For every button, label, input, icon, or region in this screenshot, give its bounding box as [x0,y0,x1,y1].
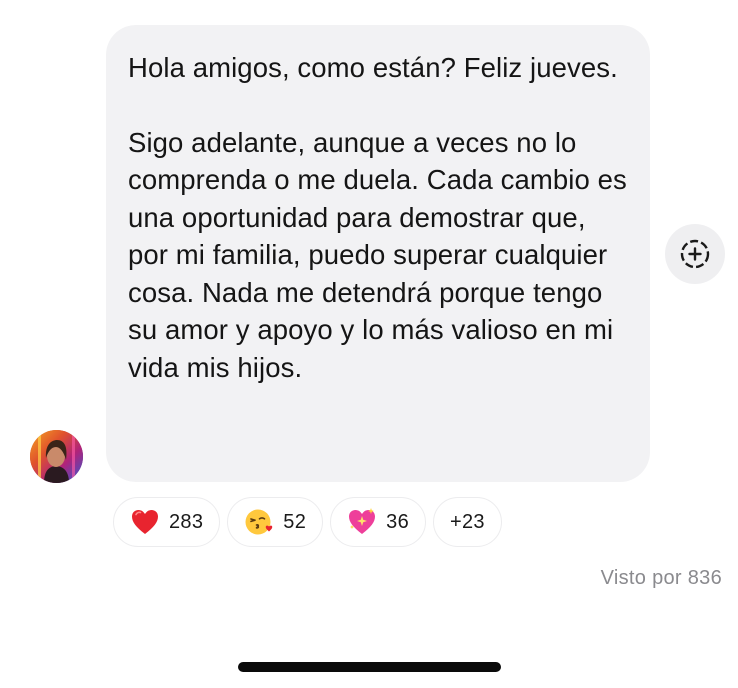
reaction-heart-pill[interactable]: 283 [113,497,221,547]
reaction-heart-count: 283 [169,510,204,533]
reaction-sparkling-heart-pill[interactable]: 36 [330,497,426,547]
message-paragraph-1: Hola amigos, como están? Feliz jueves. [128,52,618,83]
message-bubble[interactable]: Hola amigos, como están? Feliz jueves. S… [106,25,650,482]
reaction-kiss-count: 52 [283,510,307,533]
message-paragraph-2: Sigo adelante, aunque a veces no lo comp… [128,126,627,383]
add-reaction-icon [680,239,710,269]
more-reactions-label: +23 [450,510,485,533]
sender-avatar[interactable] [30,430,83,483]
add-reaction-button[interactable] [665,224,725,284]
face-blowing-kiss-icon [245,509,273,535]
red-heart-icon [132,510,158,534]
reaction-sparkling-heart-count: 36 [386,510,409,533]
reaction-kiss-pill[interactable]: 52 [227,497,324,547]
avatar-photo [30,430,83,483]
seen-by-status[interactable]: Visto por 836 [601,567,722,590]
more-reactions-pill[interactable]: +23 [433,497,502,547]
reactions-bar: 283 52 36 +23 [113,497,502,549]
sparkling-heart-icon [349,508,376,534]
home-indicator[interactable] [238,662,501,672]
